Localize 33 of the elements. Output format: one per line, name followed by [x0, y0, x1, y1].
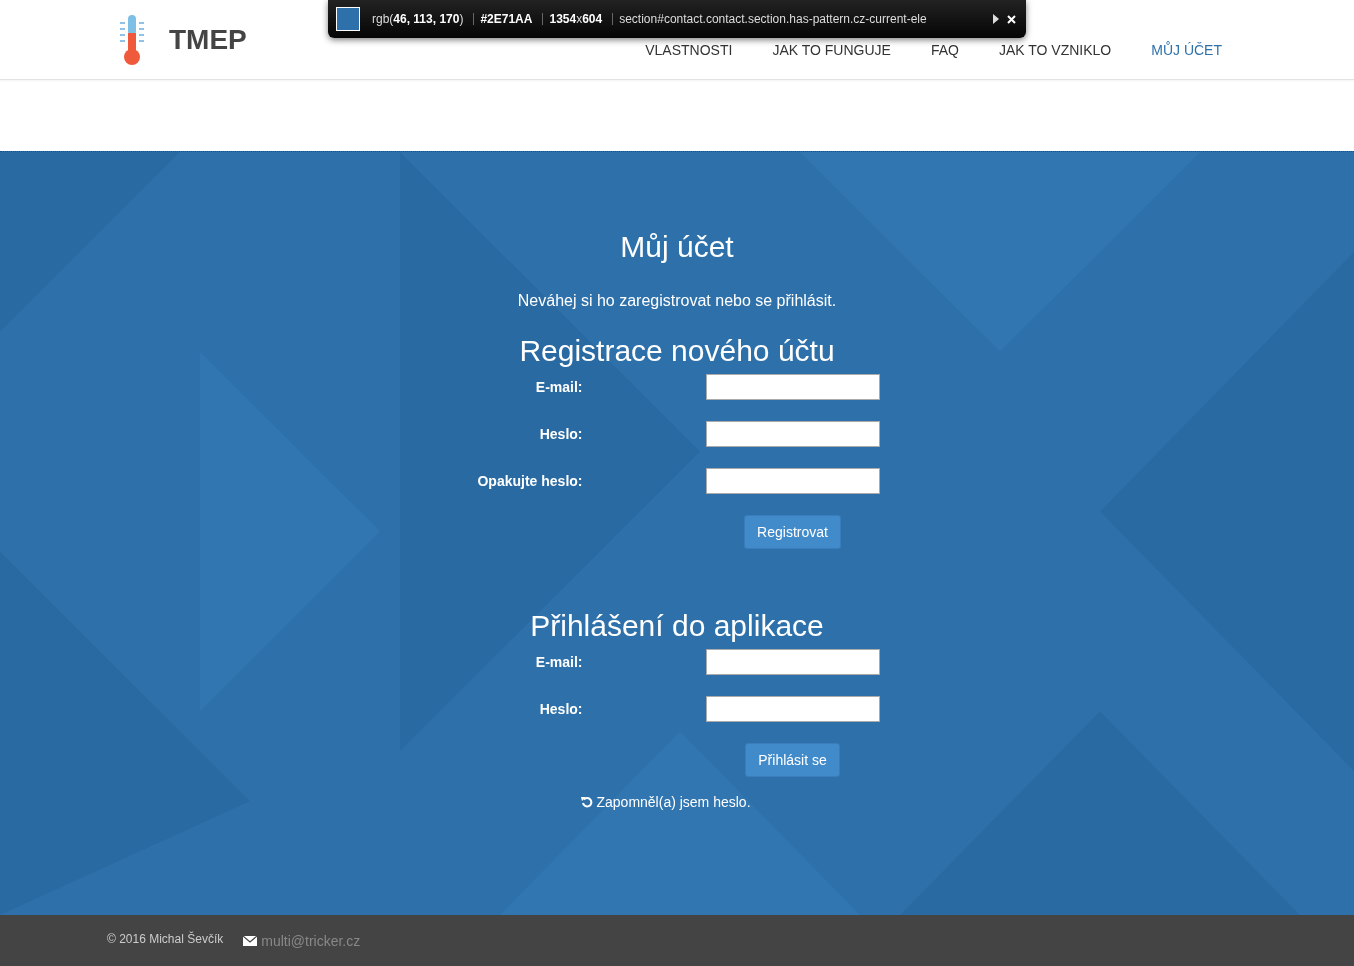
field-label: E-mail:: [534, 379, 583, 395]
thermometer-icon: [117, 14, 147, 65]
nav-link[interactable]: JAK TO FUNGUJE: [772, 41, 891, 58]
section-subtitle: Neváhej si ho zaregistrovat nebo se přihlásit.: [517, 292, 837, 310]
input-field[interactable]: [705, 374, 880, 400]
rgb-value: rgb(46, 113, 170): [372, 12, 464, 26]
nav-link[interactable]: MŮJ ÚČET: [1151, 41, 1222, 58]
field-label: Opakujte heslo:: [476, 473, 583, 489]
reset-icon: [581, 796, 594, 808]
section-title: Můj účet: [620, 230, 734, 264]
nav-link[interactable]: FAQ: [930, 41, 959, 58]
submit-button[interactable]: Přihlásit se: [745, 743, 840, 777]
submit-button[interactable]: Registrovat: [744, 515, 841, 549]
field-label: Heslo:: [538, 701, 583, 717]
form-title: Přihlášení do aplikace: [530, 609, 824, 643]
site-logo[interactable]: TMEP: [169, 23, 247, 56]
nav-link[interactable]: JAK TO VZNIKLO: [998, 41, 1112, 58]
form-title: Registrace nového účtu: [519, 334, 835, 368]
play-icon[interactable]: [993, 14, 999, 24]
nav-link[interactable]: VLASTNOSTI: [645, 41, 733, 58]
close-icon[interactable]: [1007, 14, 1016, 24]
envelope-icon: [243, 935, 258, 946]
input-field[interactable]: [705, 421, 880, 447]
field-label: E-mail:: [534, 654, 583, 670]
field-label: Heslo:: [538, 426, 583, 442]
forgot-password-link[interactable]: Zapomněl(a) jsem heslo.: [596, 794, 751, 810]
selector-text: section#contact.contact.section.has-pattern.cz-current-ele: [619, 12, 928, 26]
input-field[interactable]: [705, 696, 880, 722]
copyright-text: © 2016 Michal Ševčík: [107, 931, 224, 946]
size-value: 1354x604: [549, 12, 603, 26]
hex-value: #2E71AA: [480, 12, 533, 26]
input-field[interactable]: [705, 649, 880, 675]
input-field[interactable]: [705, 468, 880, 494]
